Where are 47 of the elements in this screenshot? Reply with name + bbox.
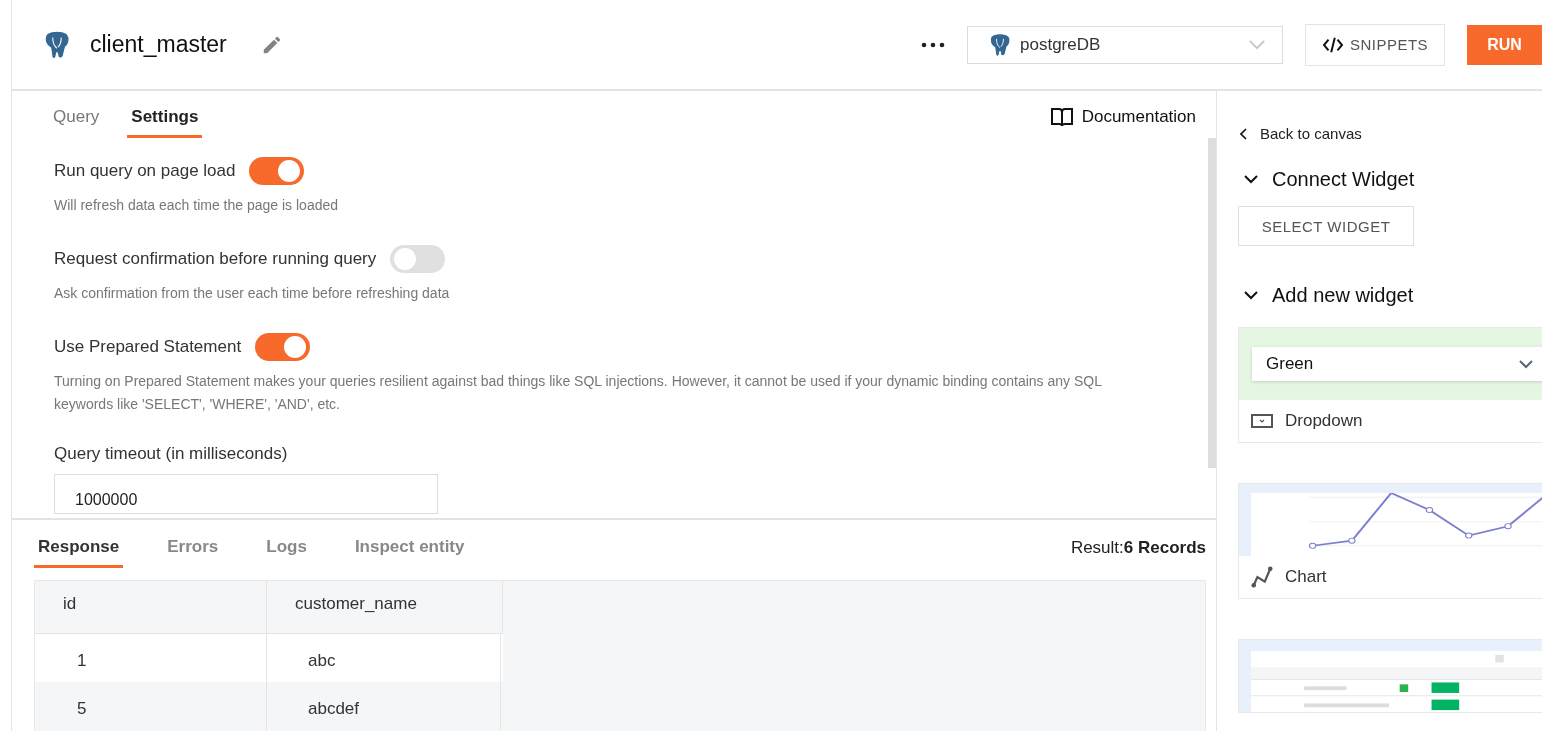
toggle-switch[interactable]	[255, 333, 311, 361]
chevron-down-icon	[1519, 359, 1533, 369]
result-count: Result:6 Records	[1070, 538, 1206, 558]
query-title: client_master	[90, 31, 227, 58]
dropdown-preview: Green	[1252, 347, 1542, 381]
setting-hint: Turning on Prepared Statement makes your queries resilient against bad things like SQL injections. However, it cannot be used if your dynamic binding contains any SQL keywords like 'SELECT', 'WHERE', 'AND', etc.	[54, 372, 1103, 414]
toggle-switch[interactable]	[249, 157, 305, 185]
more-icon[interactable]	[921, 41, 945, 48]
setting-label: Use Prepared Statement	[54, 337, 242, 357]
toggle-switch[interactable]	[390, 245, 446, 273]
response-tab[interactable]: Inspect entity	[350, 537, 469, 568]
response-tab[interactable]: Errors	[163, 537, 223, 568]
section-title: Connect Widget	[1272, 168, 1415, 191]
setting-hint: Ask confirmation from the user each time before refreshing data	[54, 284, 451, 303]
timeout-label: Query timeout (in milliseconds)	[54, 444, 289, 464]
chevron-down-icon[interactable]	[1244, 175, 1258, 184]
tab[interactable]: Query	[49, 107, 104, 138]
dropdown-icon	[1251, 414, 1273, 428]
scrollbar[interactable]	[1208, 138, 1216, 468]
snippets-button[interactable]: SNIPPETS	[1305, 23, 1445, 66]
timeout-field[interactable]: 1000000	[54, 474, 438, 514]
chevron-left-icon	[1240, 127, 1248, 140]
widget-card[interactable]: Chart	[1238, 483, 1542, 599]
widget-name: Dropdown	[1285, 411, 1363, 431]
section-title: Add new widget	[1272, 284, 1414, 307]
code-icon	[1321, 35, 1344, 54]
column-header: customer_name	[267, 581, 503, 633]
column-header: id	[35, 581, 267, 633]
chevron-down-icon	[1248, 39, 1266, 50]
select-widget-button[interactable]: SELECT WIDGET	[1238, 206, 1414, 246]
setting-hint: Will refresh data each time the page is loaded	[54, 196, 340, 215]
setting-label: Run query on page load	[54, 161, 236, 181]
response-tab[interactable]: Response	[34, 537, 124, 568]
book-icon	[1049, 105, 1074, 128]
tab[interactable]: Settings	[127, 107, 203, 138]
table-cell: 5	[35, 682, 267, 730]
back-link[interactable]: Back to canvas	[1240, 125, 1362, 142]
documentation-link[interactable]: Documentation	[1049, 105, 1196, 128]
widget-card[interactable]: Green Dropdown	[1238, 327, 1542, 443]
datasource-dropdown[interactable]: postgreDB	[967, 25, 1283, 64]
widget-name: Chart	[1285, 567, 1327, 587]
response-tab[interactable]: Logs	[262, 537, 311, 568]
chevron-down-icon[interactable]	[1244, 291, 1258, 300]
table-cell: abcdef	[267, 682, 501, 730]
setting-label: Request confirmation before running query	[54, 249, 377, 269]
chart-icon	[1251, 566, 1273, 588]
widget-card[interactable]	[1238, 639, 1542, 713]
